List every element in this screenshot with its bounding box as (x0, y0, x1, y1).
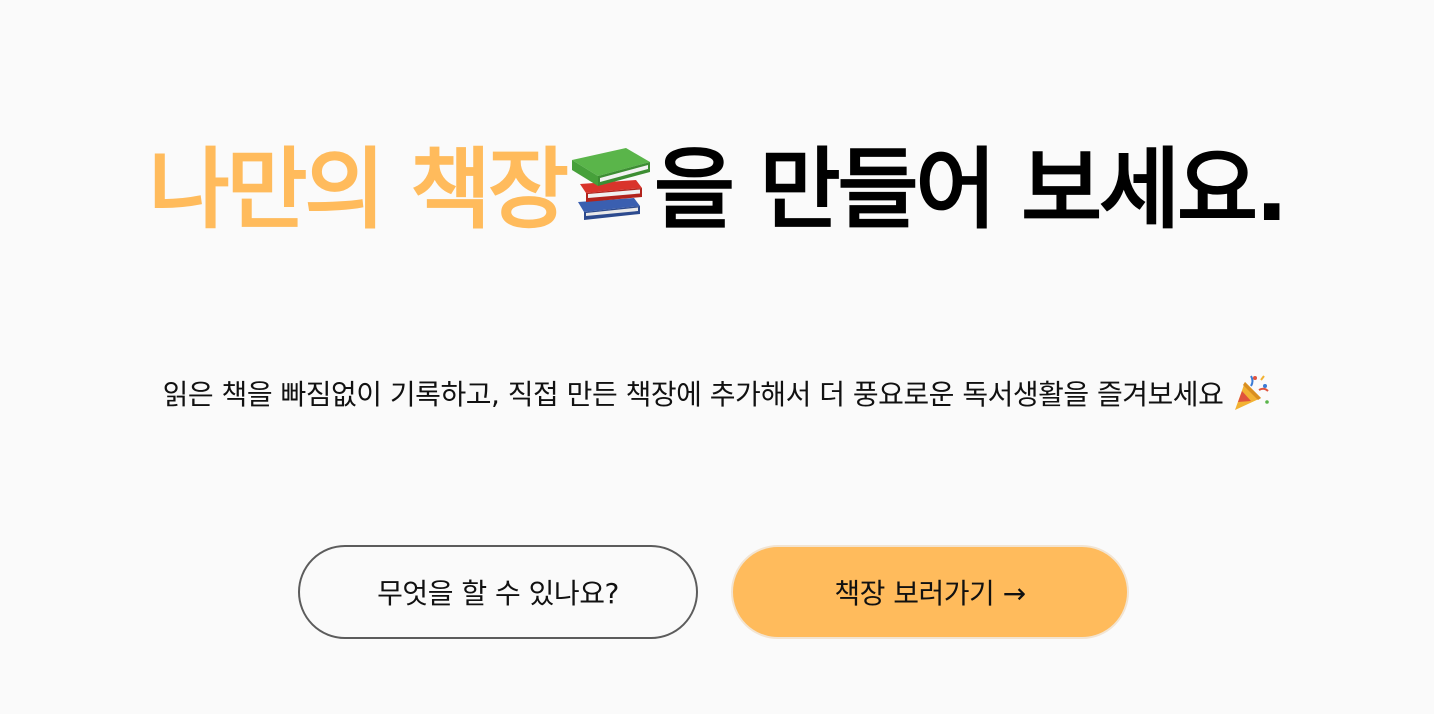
what-can-i-do-label: 무엇을 할 수 있나요? (377, 577, 619, 610)
landing-page: 나만의 책장 을 만들어 보세요. 읽은 책을 빠짐없이 기록하고, 직접 만든… (0, 0, 1434, 714)
subtitle: 읽은 책을 빠짐없이 기록하고, 직접 만든 책장에 추가해서 더 풍요로운 독… (0, 372, 1434, 417)
view-bookshelf-label: 책장 보러가기 → (834, 577, 1026, 610)
subtitle-text: 읽은 책을 빠짐없이 기록하고, 직접 만든 책장에 추가해서 더 풍요로운 독… (162, 378, 1224, 411)
what-can-i-do-button[interactable]: 무엇을 할 수 있나요? (298, 545, 698, 639)
hero-title-accent: 나만의 책장 (148, 138, 569, 241)
view-bookshelf-button[interactable]: 책장 보러가기 → (731, 545, 1129, 639)
hero-title-rest: 을 만들어 보세요. (654, 138, 1288, 241)
books-icon (568, 136, 652, 226)
hero-title: 나만의 책장 을 만들어 보세요. (0, 130, 1434, 250)
party-popper-icon (1231, 372, 1271, 412)
